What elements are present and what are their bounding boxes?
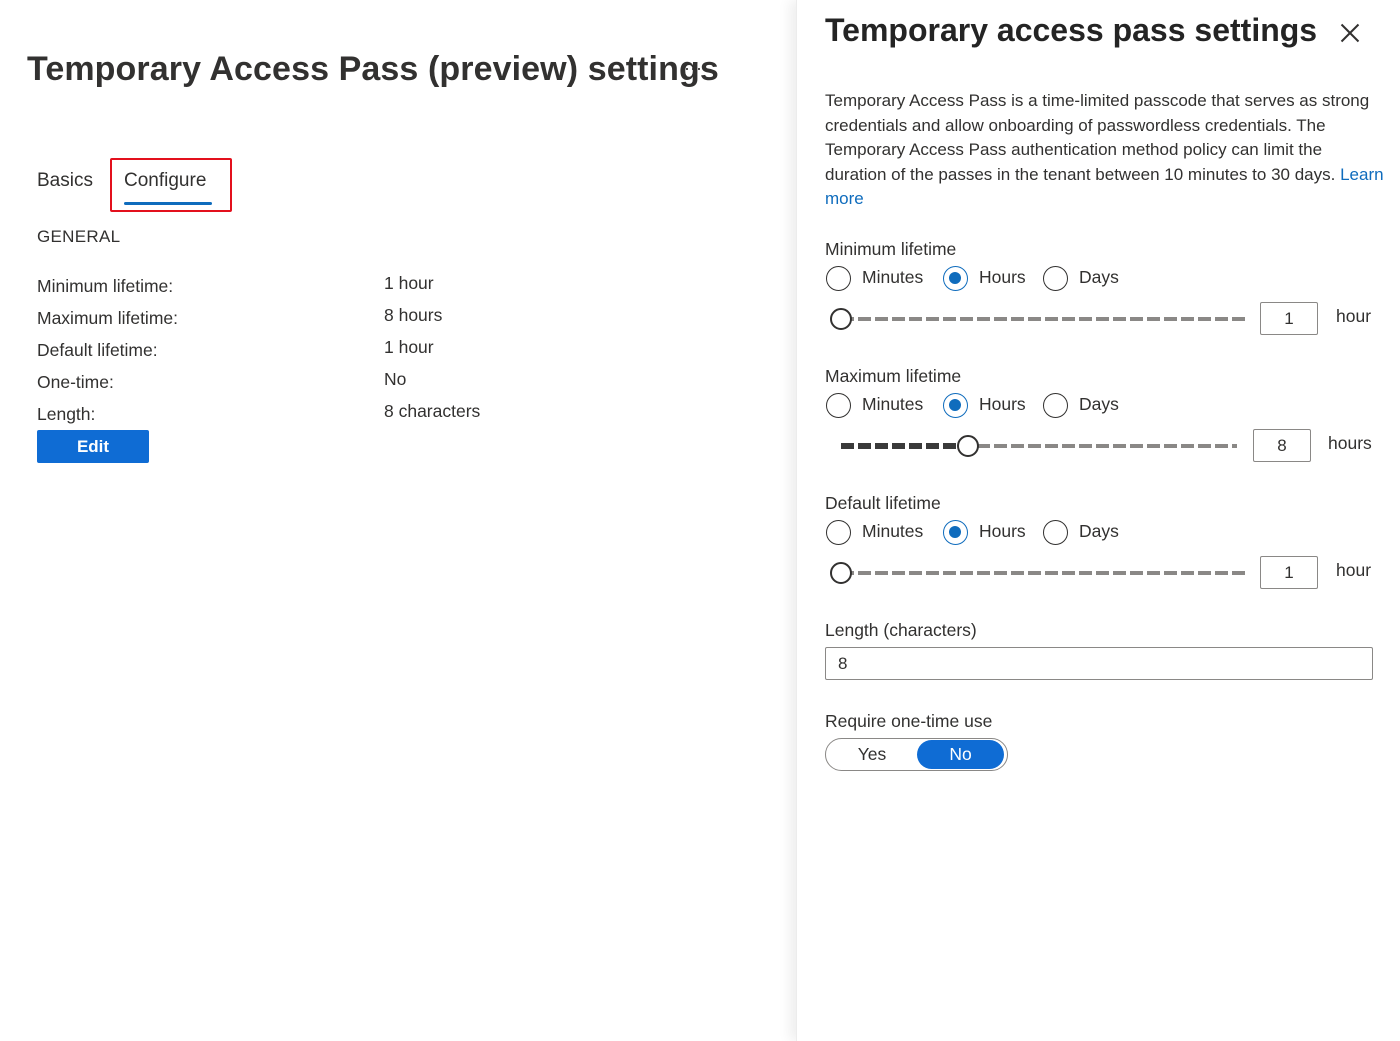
radio-circle: [1043, 393, 1068, 418]
radio-circle-selected: [943, 266, 968, 291]
tab-configure[interactable]: Configure: [110, 158, 232, 212]
radio-circle: [826, 266, 851, 291]
page-title: Temporary Access Pass (preview) settings: [27, 50, 719, 88]
radio-circle-selected: [943, 520, 968, 545]
slider-fill: [841, 443, 968, 449]
radio-label: Days: [1079, 267, 1119, 287]
panel-title: Temporary access pass settings: [825, 12, 1318, 48]
tab-selected-indicator: [124, 202, 212, 205]
summary-key: Maximum lifetime:: [37, 308, 178, 328]
slider-track: [841, 571, 1245, 575]
edit-button[interactable]: Edit: [37, 430, 149, 463]
summary-value: 8 hours: [384, 305, 443, 325]
panel-description: Temporary Access Pass is a time-limited …: [825, 89, 1385, 212]
default-lifetime-label: Default lifetime: [825, 493, 941, 513]
radio-circle: [826, 393, 851, 418]
description-text: Temporary Access Pass is a time-limited …: [825, 91, 1370, 184]
radio-label: Hours: [979, 394, 1026, 414]
default-lifetime-unit-label: hour: [1336, 560, 1372, 580]
radio-circle: [826, 520, 851, 545]
max-lifetime-label: Maximum lifetime: [825, 366, 962, 386]
max-lifetime-value-input[interactable]: 8: [1253, 429, 1311, 462]
slider-thumb[interactable]: [830, 562, 852, 584]
radio-label: Minutes: [862, 521, 924, 541]
more-options-button[interactable]: ···: [684, 58, 702, 79]
slider-track: [841, 317, 1245, 321]
radio-label: Hours: [979, 267, 1026, 287]
summary-key: Default lifetime:: [37, 340, 158, 360]
summary-value: 1 hour: [384, 273, 434, 293]
min-lifetime-unit-label: hour: [1336, 306, 1372, 326]
slider-thumb[interactable]: [830, 308, 852, 330]
one-time-yes-option[interactable]: Yes: [828, 740, 916, 769]
radio-circle: [1043, 520, 1068, 545]
max-lifetime-slider[interactable]: [841, 435, 1237, 457]
radio-circle-selected: [943, 393, 968, 418]
one-time-no-option[interactable]: No: [917, 740, 1004, 769]
tab-basics[interactable]: Basics: [37, 170, 93, 192]
summary-key: Minimum lifetime:: [37, 276, 174, 296]
tab-configure-label: Configure: [124, 170, 207, 191]
settings-panel: Temporary access pass settings Temporary…: [796, 0, 1400, 1041]
radio-label: Days: [1079, 521, 1119, 541]
min-lifetime-label: Minimum lifetime: [825, 239, 957, 259]
slider-thumb[interactable]: [957, 435, 979, 457]
default-lifetime-value-input[interactable]: 1: [1260, 556, 1318, 589]
radio-label: Days: [1079, 394, 1119, 414]
summary-key: One-time:: [37, 372, 114, 392]
length-label: Length (characters): [825, 620, 977, 640]
section-heading-general: GENERAL: [37, 227, 121, 246]
length-input[interactable]: 8: [825, 647, 1373, 680]
min-lifetime-value-input[interactable]: 1: [1260, 302, 1318, 335]
radio-label: Minutes: [862, 394, 924, 414]
radio-label: Minutes: [862, 267, 924, 287]
one-time-toggle: Yes No: [825, 738, 1008, 771]
summary-value: 1 hour: [384, 337, 434, 357]
summary-value: No: [384, 369, 407, 389]
summary-value: 8 characters: [384, 401, 481, 421]
close-icon[interactable]: [1337, 20, 1363, 46]
min-lifetime-slider[interactable]: [830, 308, 1245, 330]
max-lifetime-unit-label: hours: [1328, 433, 1372, 453]
default-lifetime-slider[interactable]: [830, 562, 1245, 584]
radio-label: Hours: [979, 521, 1026, 541]
summary-key: Length:: [37, 404, 96, 424]
radio-circle: [1043, 266, 1068, 291]
one-time-label: Require one-time use: [825, 711, 993, 731]
